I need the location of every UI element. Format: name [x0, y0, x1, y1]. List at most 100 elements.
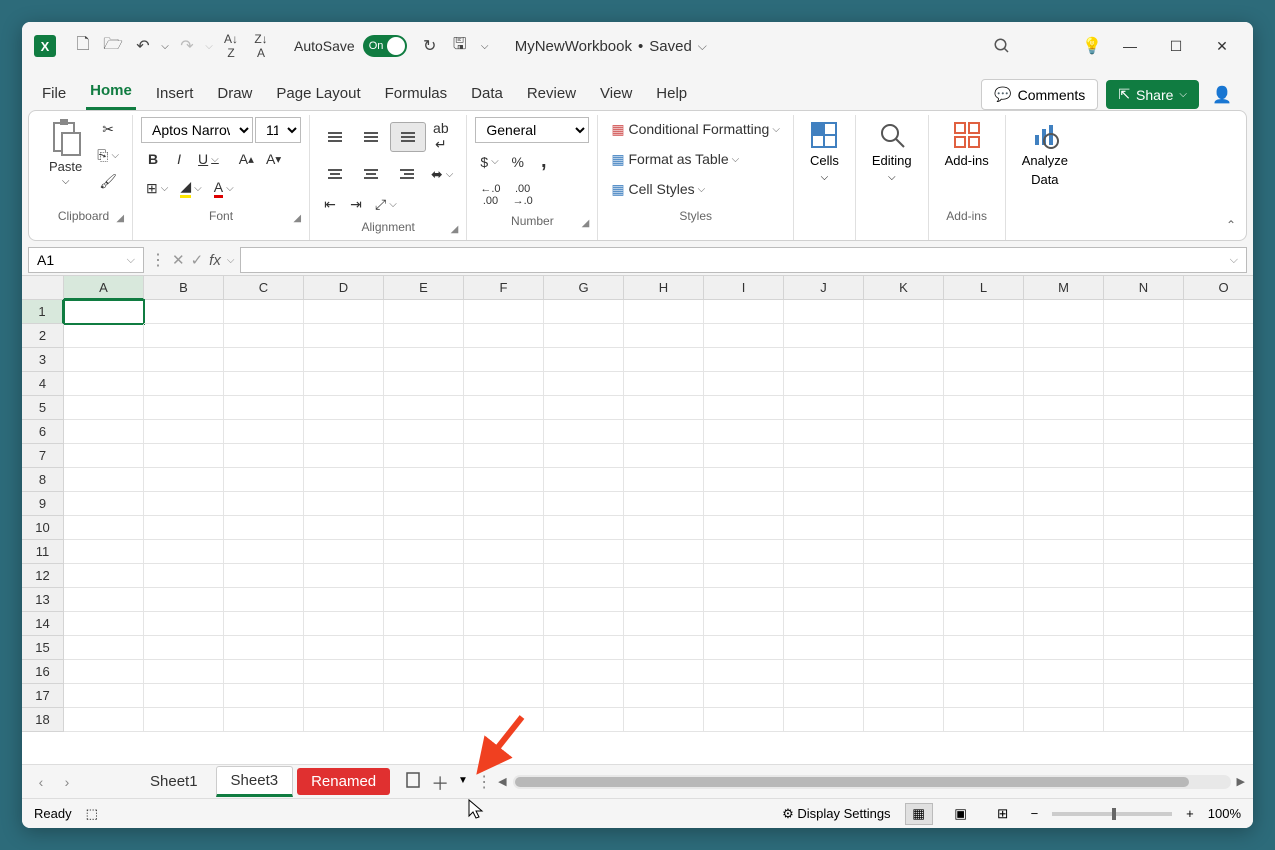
zoom-thumb[interactable]: [1112, 808, 1116, 820]
cell[interactable]: [304, 612, 384, 636]
cell[interactable]: [384, 636, 464, 660]
align-middle-button[interactable]: [354, 123, 388, 151]
name-box[interactable]: A1 ⌵: [28, 247, 144, 273]
cell[interactable]: [144, 708, 224, 732]
undo-button[interactable]: ↶: [128, 31, 158, 61]
cell[interactable]: [1024, 468, 1104, 492]
cell[interactable]: [304, 684, 384, 708]
cell[interactable]: [1104, 324, 1184, 348]
cell[interactable]: [624, 708, 704, 732]
cell[interactable]: [304, 540, 384, 564]
tab-help[interactable]: Help: [652, 79, 691, 110]
cell[interactable]: [544, 372, 624, 396]
number-format-select[interactable]: General: [475, 117, 589, 143]
tab-file[interactable]: File: [38, 79, 70, 110]
cell[interactable]: [1184, 420, 1253, 444]
cell[interactable]: [784, 396, 864, 420]
cell[interactable]: [464, 588, 544, 612]
cell[interactable]: [1184, 348, 1253, 372]
shrink-font-button[interactable]: A▾: [261, 147, 286, 171]
row-header[interactable]: 17: [22, 684, 64, 708]
cell[interactable]: [1104, 564, 1184, 588]
cell[interactable]: [1184, 708, 1253, 732]
cell[interactable]: [784, 516, 864, 540]
cell[interactable]: [464, 492, 544, 516]
cell[interactable]: [1184, 468, 1253, 492]
cell[interactable]: [1184, 612, 1253, 636]
cell[interactable]: [704, 420, 784, 444]
decrease-indent-button[interactable]: ⇤: [318, 192, 342, 216]
new-file-icon[interactable]: 🗋: [68, 31, 98, 61]
cell[interactable]: [224, 612, 304, 636]
cell[interactable]: [944, 372, 1024, 396]
row-header[interactable]: 4: [22, 372, 64, 396]
cell[interactable]: [624, 468, 704, 492]
borders-button[interactable]: ⊞: [141, 176, 173, 200]
cell[interactable]: [384, 708, 464, 732]
cell[interactable]: [144, 420, 224, 444]
cell[interactable]: [64, 636, 144, 660]
column-header[interactable]: B: [144, 276, 224, 300]
cell[interactable]: [1184, 492, 1253, 516]
cell[interactable]: [224, 468, 304, 492]
cell[interactable]: [64, 468, 144, 492]
cell[interactable]: [544, 540, 624, 564]
conditional-formatting-button[interactable]: ▦ Conditional Formatting: [606, 117, 785, 141]
user-icon[interactable]: 👤: [1207, 80, 1237, 110]
cell[interactable]: [784, 564, 864, 588]
cell[interactable]: [224, 420, 304, 444]
increase-indent-button[interactable]: ⇥: [344, 192, 368, 216]
tab-draw[interactable]: Draw: [213, 79, 256, 110]
formula-bar[interactable]: ⌵: [240, 247, 1247, 273]
sheet-tab-sheet1[interactable]: Sheet1: [136, 768, 212, 795]
autosave-toggle[interactable]: On: [363, 35, 407, 57]
row-header[interactable]: 1: [22, 300, 64, 324]
cell[interactable]: [944, 708, 1024, 732]
cell[interactable]: [64, 588, 144, 612]
cell[interactable]: [784, 468, 864, 492]
tab-review[interactable]: Review: [523, 79, 580, 110]
accounting-format-button[interactable]: $: [475, 150, 503, 174]
cell[interactable]: [1024, 420, 1104, 444]
cell[interactable]: [144, 444, 224, 468]
refresh-icon[interactable]: ↻: [415, 31, 445, 61]
cell[interactable]: [64, 612, 144, 636]
redo-button[interactable]: ↷: [172, 31, 202, 61]
cell[interactable]: [1184, 564, 1253, 588]
zoom-level[interactable]: 100%: [1208, 806, 1241, 821]
cell[interactable]: [624, 396, 704, 420]
cell[interactable]: [704, 468, 784, 492]
redo-menu-caret[interactable]: ⌵: [202, 31, 216, 61]
grow-font-button[interactable]: A▴: [234, 147, 259, 171]
cell[interactable]: [704, 372, 784, 396]
align-left-button[interactable]: [318, 160, 352, 188]
cell[interactable]: [464, 468, 544, 492]
cell[interactable]: [784, 324, 864, 348]
macro-record-icon[interactable]: ⬚: [86, 806, 98, 822]
cell[interactable]: [544, 612, 624, 636]
collapse-ribbon-button[interactable]: ⌃: [1226, 218, 1236, 232]
cell[interactable]: [624, 660, 704, 684]
enter-formula-icon[interactable]: ✓: [191, 251, 204, 269]
cell-styles-button[interactable]: ▦ Cell Styles: [606, 177, 710, 201]
zoom-out-button[interactable]: −: [1031, 806, 1039, 821]
sort-asc-icon[interactable]: A↓Z: [216, 31, 246, 61]
tab-data[interactable]: Data: [467, 79, 507, 110]
comma-format-button[interactable]: ,: [532, 147, 556, 176]
cell[interactable]: [1104, 516, 1184, 540]
cell[interactable]: [944, 564, 1024, 588]
cell[interactable]: [304, 588, 384, 612]
cell[interactable]: [1104, 660, 1184, 684]
cell[interactable]: [944, 660, 1024, 684]
italic-button[interactable]: I: [167, 147, 191, 171]
row-header[interactable]: 15: [22, 636, 64, 660]
tab-formulas[interactable]: Formulas: [381, 79, 452, 110]
cell[interactable]: [144, 492, 224, 516]
analyze-data-button[interactable]: Analyze Data: [1014, 117, 1076, 191]
copy-button[interactable]: ⎘: [92, 143, 124, 167]
cell[interactable]: [1024, 708, 1104, 732]
cell[interactable]: [224, 300, 304, 324]
cell[interactable]: [864, 492, 944, 516]
cell[interactable]: [1024, 540, 1104, 564]
cell[interactable]: [544, 324, 624, 348]
